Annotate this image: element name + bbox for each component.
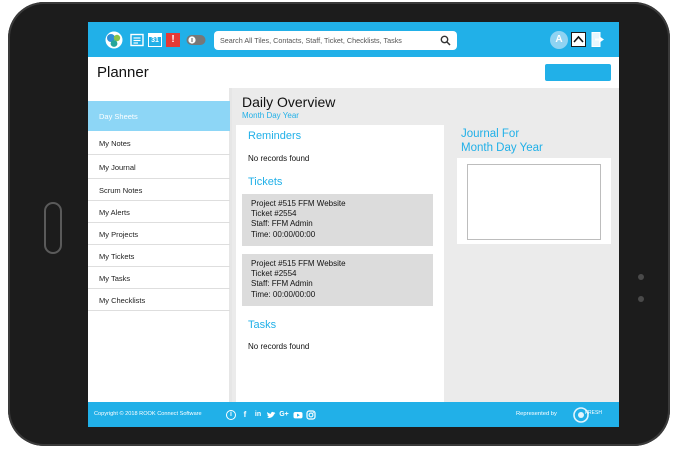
home-button[interactable] (44, 202, 62, 254)
journal-title-line1: Journal For (461, 128, 520, 140)
google-plus-icon[interactable]: G+ (279, 410, 289, 420)
colorful-circles-logo[interactable] (104, 31, 124, 49)
journal-textarea[interactable] (467, 164, 601, 240)
tablet-frame: 31 ! A (8, 2, 670, 446)
ticket-staff: Staff: FFM Admin (251, 219, 313, 229)
facebook-icon[interactable]: f (240, 410, 250, 420)
sidebar-item-my-tasks[interactable]: My Tasks (88, 268, 230, 289)
logout-icon[interactable] (591, 31, 607, 48)
overview-date: Month Day Year (242, 111, 299, 120)
journal-title-line2: Month Day Year (461, 142, 543, 154)
sidebar-item-my-projects[interactable]: My Projects (88, 224, 230, 245)
search-icon[interactable] (440, 35, 451, 46)
ticket-number: Ticket #2554 (251, 269, 297, 279)
overview-title: Daily Overview (242, 94, 336, 110)
sidebar-item-my-tickets[interactable]: My Tickets (88, 246, 230, 267)
ticket-project: Project #515 FFM Website (251, 259, 346, 268)
ticket-time: Time: 00:00/00:00 (251, 289, 316, 299)
ticket-number: Ticket #2554 (251, 209, 297, 219)
info-icon[interactable]: i (226, 410, 236, 420)
top-bar: 31 ! A (88, 22, 619, 57)
action-button-primary[interactable] (545, 64, 611, 81)
represented-by-text: Represented by (516, 411, 557, 417)
youtube-icon[interactable] (293, 410, 303, 420)
sidebar-item-my-alerts[interactable]: My Alerts (88, 202, 230, 223)
calendar-day: 31 (151, 37, 159, 44)
copyright-text: Copyright © 2018 ROOK Connect Software (94, 411, 202, 417)
linkedin-icon[interactable]: in (253, 410, 263, 420)
ticket-project: Project #515 FFM Website (251, 199, 346, 208)
search-bar (214, 31, 457, 50)
sidebar-item-scrum-notes[interactable]: Scrum Notes (88, 180, 230, 201)
sidebar-item-day-sheets[interactable]: Day Sheets (88, 101, 230, 131)
partner-logo[interactable]: FRESH (573, 406, 603, 424)
calendar-icon[interactable]: 31 (148, 33, 162, 47)
sidebar-item-my-checklists[interactable]: My Checklists (88, 290, 230, 311)
instagram-icon[interactable] (306, 410, 316, 420)
sidebar-item-my-journal[interactable]: My Journal (88, 157, 230, 179)
app-screen: 31 ! A (88, 22, 619, 427)
tasks-title: Tasks (248, 319, 277, 331)
reminders-empty: No records found (248, 154, 310, 163)
twitter-icon[interactable] (266, 410, 276, 420)
search-input[interactable] (220, 31, 435, 50)
tickets-title: Tickets (248, 176, 283, 188)
tasks-empty: No records found (248, 342, 310, 351)
partner-logo-text: FRESH (585, 410, 602, 416)
notes-icon[interactable] (130, 33, 144, 47)
ticket-card[interactable]: Project #515 FFM Website Ticket #2554 St… (242, 194, 433, 246)
alert-icon[interactable]: ! (166, 33, 180, 47)
sidebar-item-my-notes[interactable]: My Notes (88, 133, 230, 155)
sidebar: Day Sheets My Notes My Journal Scrum Not… (88, 88, 232, 402)
footer: Copyright © 2018 ROOK Connect Software i… (88, 402, 619, 427)
collapse-button[interactable] (571, 32, 586, 47)
ticket-time: Time: 00:00/00:00 (251, 229, 316, 239)
ticket-card[interactable]: Project #515 FFM Website Ticket #2554 St… (242, 254, 433, 306)
sensor-dot (638, 296, 644, 302)
sensor-dot (638, 274, 644, 280)
reminders-title: Reminders (248, 130, 302, 142)
page-title: Planner (97, 64, 149, 81)
chevron-up-icon (573, 35, 584, 43)
avatar[interactable]: A (550, 31, 568, 49)
toggle-icon[interactable] (186, 33, 206, 47)
journal-title: Journal For Month Day Year (461, 127, 543, 155)
ticket-staff: Staff: FFM Admin (251, 279, 313, 289)
